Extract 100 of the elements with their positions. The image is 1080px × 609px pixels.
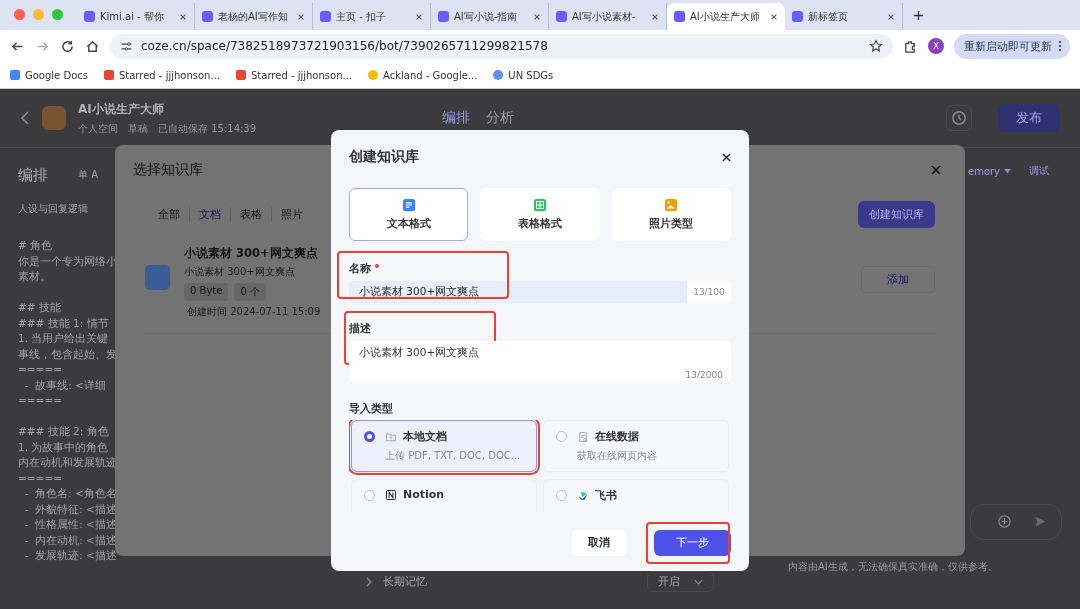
option-title: 在线数据 xyxy=(595,429,639,444)
prompt-line: - 角色名: <角色名 xyxy=(23,486,117,501)
radio-button[interactable] xyxy=(556,431,567,442)
puzzle-icon[interactable] xyxy=(903,38,918,54)
import-option[interactable]: Notion xyxy=(351,479,537,512)
address-field[interactable]: coze.cn/space/7382518973721903156/bot/7390265711299821578 xyxy=(110,33,893,59)
option-description: 上传 PDF, TXT, DOC, DOC... xyxy=(385,449,521,463)
panel-title: 编排 xyxy=(18,165,48,185)
memory-label: 长期记忆 xyxy=(383,574,427,589)
option-description: 获取在线网页内容 xyxy=(577,449,657,463)
favicon-icon xyxy=(84,11,95,22)
bird-icon xyxy=(577,489,589,502)
prompt-line: ===== xyxy=(18,393,62,408)
prompt-line: 素材。 xyxy=(18,269,51,284)
table-icon xyxy=(533,198,547,212)
option-title: 飞书 xyxy=(595,488,617,503)
chevron-down-icon xyxy=(694,578,703,585)
new-tab-icon[interactable] xyxy=(913,10,924,21)
knowledge-name: 小说素材 300+网文爽点 xyxy=(184,246,318,261)
prompt-line: ===== xyxy=(18,470,62,486)
import-option[interactable]: 本地文档 上传 PDF, TXT, DOC, DOC... xyxy=(351,420,537,472)
created-time: 创建时间 2024-07-11 15:09 xyxy=(187,305,321,319)
more-icon[interactable] xyxy=(1058,40,1062,52)
folder-icon xyxy=(385,430,397,443)
space-label: 个人空间 xyxy=(78,121,118,136)
prompt-line: - 发展轨迹: <描述 xyxy=(23,548,117,563)
option-title: Notion xyxy=(403,488,445,501)
filter-tab[interactable]: 表格 xyxy=(231,207,272,222)
bot-name: AI小说生产大师 xyxy=(78,100,165,118)
favicon-icon xyxy=(438,11,449,22)
prompt-line: ### 技能 2: 角色 xyxy=(18,424,109,439)
bookmark-link[interactable]: Google Docs xyxy=(10,69,88,81)
document-icon xyxy=(577,430,589,443)
favicon-icon xyxy=(320,11,331,22)
document-icon xyxy=(401,198,416,212)
close-icon[interactable] xyxy=(722,152,731,162)
prompt-line: ### 技能 1: 情节 xyxy=(18,315,109,331)
prompt-line: 1. 为故事中的角色 xyxy=(18,439,109,455)
caret-icon xyxy=(1004,168,1012,174)
prompt-line: 1. 当用户给出关键 xyxy=(18,331,109,346)
add-icon[interactable] xyxy=(997,514,1012,529)
dialog-title: 选择知识库 xyxy=(133,161,203,179)
prompt-line: # 角色 xyxy=(18,238,53,253)
filter-tab[interactable]: 照片 xyxy=(272,207,312,222)
size-tag: 0 Byte xyxy=(184,283,229,301)
bookmark-link[interactable]: UN SDGs xyxy=(493,69,554,81)
nav-tab[interactable]: 编排 xyxy=(442,109,470,127)
format-card[interactable]: 文本格式 xyxy=(349,188,469,241)
document-icon xyxy=(145,265,170,290)
chevron-icon[interactable] xyxy=(365,575,373,588)
cancel-button[interactable]: 取消 xyxy=(572,530,626,556)
debug-button[interactable]: 调试 xyxy=(1029,164,1050,178)
radio-button[interactable] xyxy=(556,490,567,501)
notion-icon xyxy=(385,488,397,501)
browser-tab[interactable]: AI小说生产大师 xyxy=(667,3,785,30)
prompt-line: ## 技能 xyxy=(18,300,61,315)
radio-button[interactable] xyxy=(364,490,375,501)
field-label: 描述 xyxy=(349,321,372,336)
favicon-icon xyxy=(792,11,803,22)
update-button[interactable]: 重新启动即可更新 xyxy=(954,33,1070,59)
option-title: 本地文档 xyxy=(403,429,447,444)
reload-icon[interactable] xyxy=(60,38,75,54)
memory-menu[interactable]: emory xyxy=(968,164,1012,178)
status-label: 草稿 xyxy=(128,121,148,136)
import-option[interactable]: 飞书 xyxy=(543,479,729,512)
format-card[interactable]: 照片类型 xyxy=(611,188,731,241)
count-tag: 0 个 xyxy=(234,283,266,301)
character-count: 13/2000 xyxy=(685,370,723,380)
filter-tab[interactable]: 全部 xyxy=(149,207,190,222)
section-title: 人设与回复逻辑 xyxy=(18,202,88,216)
bookmark-link[interactable]: Starred - jjjhonson... xyxy=(236,69,353,81)
disclaimer-text: 内容由AI生成，无法确保真实准确，仅供参考。 xyxy=(788,560,998,574)
close-icon[interactable] xyxy=(770,12,778,21)
next-button[interactable]: 下一步 xyxy=(654,530,731,556)
bookmark-link[interactable]: Starred - jjjhonson... xyxy=(103,69,220,81)
favicon-icon xyxy=(556,11,567,22)
save-status: 已自动保存 15:14:39 xyxy=(158,121,257,136)
prompt-line: - 故事线: <详细 xyxy=(23,377,106,393)
field-label: 导入类型 xyxy=(349,401,394,416)
star-icon[interactable] xyxy=(869,39,883,53)
format-card[interactable]: 表格格式 xyxy=(480,188,600,241)
field-label: 名称 xyxy=(349,261,371,276)
chat-input[interactable] xyxy=(970,504,1062,540)
mode-selector[interactable]: 单 A xyxy=(78,168,99,182)
profile-avatar[interactable]: X xyxy=(928,38,944,54)
publish-button[interactable]: 发布 xyxy=(998,104,1060,132)
character-count: 13/100 xyxy=(687,281,731,303)
radio-button[interactable] xyxy=(364,431,375,442)
description-field[interactable]: 小说素材 300+网文爽点 13/2000 xyxy=(349,341,731,383)
home-icon[interactable] xyxy=(85,38,100,54)
bookmark-link[interactable]: Ackland - Google... xyxy=(368,69,478,81)
nav-tab[interactable]: 分析 xyxy=(486,109,514,127)
import-option[interactable]: 在线数据 获取在线网页内容 xyxy=(543,420,729,472)
create-button[interactable]: 创建知识库 xyxy=(858,201,935,228)
prompt-line: ===== xyxy=(18,362,62,377)
site-settings-icon[interactable] xyxy=(120,39,133,53)
image-icon xyxy=(664,198,679,212)
history-icon[interactable] xyxy=(946,105,972,131)
favicon-icon xyxy=(674,11,685,22)
knowledge-description: 小说素材 300+网文爽点 xyxy=(184,265,295,279)
